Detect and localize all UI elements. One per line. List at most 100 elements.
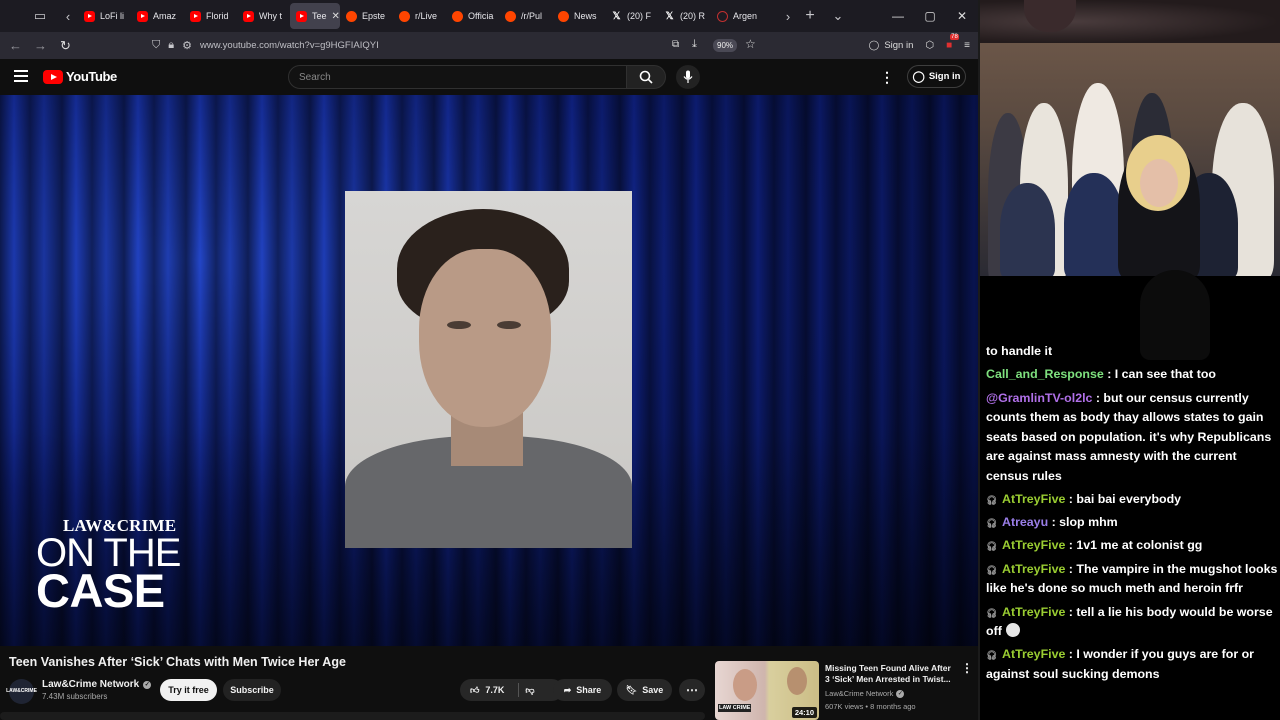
youtube-favicon-icon [243,10,254,22]
tabs-scroll-left-icon[interactable]: ‹ [58,2,78,30]
chat-message: 🎧︎ AtTreyFive : 1v1 me at colonist gg [986,536,1280,556]
recommended-thumbnail[interactable]: LAW CRIME 24:10 [715,661,819,720]
chat-username[interactable]: Atreayu [1002,515,1048,529]
extension-button[interactable]: ■ 78 [946,34,959,51]
extensions-icon[interactable]: ⬡ [925,40,934,51]
recommended-menu-icon[interactable]: ⋮ [961,661,973,675]
browser-tab[interactable]: Officia [446,3,499,29]
browser-tab[interactable]: Amaz [131,3,184,29]
new-tab-icon[interactable]: + [796,2,824,30]
browser-tab[interactable]: 𝕏 (20) F [605,3,658,29]
maximize-icon[interactable]: ▢ [914,9,946,23]
bookmark-star-icon[interactable]: ☆ [745,37,756,51]
search-button[interactable] [626,65,666,89]
browser-tab-bar: ▭ ‹ LoFi li Amaz Florid Why t Tee ✕ Epste r/Liv… [0,0,978,32]
reddit-favicon-icon [399,10,410,22]
argentina-favicon-icon [717,10,728,22]
chat-username[interactable]: AtTreyFive [1002,562,1065,576]
recommended-video[interactable]: LAW CRIME 24:10 Missing Teen Found Alive… [715,661,977,720]
minimize-icon[interactable]: — [882,9,914,23]
video-player[interactable]: LAW&CRIME ON THE CASE [0,95,978,646]
youtube-signin-button[interactable]: ◯ Sign in [907,65,966,88]
subscribe-button[interactable]: Subscribe [223,679,281,701]
channel-avatar[interactable]: LAW&CRIME [6,679,37,704]
verified-icon: ✓ [143,680,152,689]
like-button[interactable]: 👍︎ 7.7K 👎︎ [460,679,563,701]
youtube-favicon-icon [84,10,95,22]
reddit-favicon-icon [346,10,357,22]
share-button[interactable]: ➦ Share [553,679,612,701]
download-icon[interactable]: ⤓ [692,38,697,51]
tab-close-icon[interactable]: ✕ [332,11,340,22]
tab-label: Tee [312,11,327,21]
lock-icon[interactable]: 🔒︎ [168,39,174,52]
recommended-channel[interactable]: Law&Crime Network ✓ [825,689,905,698]
chat-username[interactable]: AtTreyFive [1002,492,1065,506]
voice-search-button[interactable] [676,65,700,89]
brand-case: CASE [36,564,165,617]
forward-icon[interactable]: → [28,38,53,53]
tab-label: Florid [206,11,229,21]
chat-message: 🎧︎ AtTreyFive : I wonder if you guys are … [986,645,1280,684]
chat-username[interactable]: AtTreyFive [1002,538,1065,552]
dislike-button[interactable]: 👎︎ [525,685,534,696]
tab-strip: LoFi li Amaz Florid Why t Tee ✕ Epste r/Live Off… [78,0,788,32]
recommended-channel-name: Law&Crime Network [825,689,894,698]
video-title: Teen Vanishes After ‘Sick’ Chats with Me… [9,655,346,669]
reddit-favicon-icon [452,10,463,22]
chat-username[interactable]: AtTreyFive [1002,605,1065,619]
chat-username[interactable]: AtTreyFive [1002,647,1065,661]
browser-tab[interactable]: Epste [340,3,393,29]
guide-menu-icon[interactable] [14,70,28,82]
navigation-bar: ← → ↻ ⛉ 🔒︎ ⚙︎ www.youtube.com/watch?v=g9… [0,32,978,59]
browser-tab[interactable]: 𝕏 (20) R [658,3,711,29]
save-button[interactable]: 🔖︎ Save [617,679,672,701]
try-it-free-button[interactable]: Try it free [160,679,217,701]
youtube-signin-label: Sign in [928,71,961,82]
channel-name-link[interactable]: Law&Crime Network ✓ [42,679,152,690]
browser-tab[interactable]: Argen [711,3,764,29]
close-window-icon[interactable]: ✕ [946,9,978,23]
browser-tab[interactable]: Florid [184,3,237,29]
back-icon[interactable]: ← [3,38,28,53]
account-signin-button[interactable]: ◯ Sign in [869,40,914,51]
menu-icon[interactable]: ≡ [964,40,970,51]
description-box-edge [0,712,705,720]
shield-icon[interactable]: ⛉ [152,39,160,52]
reload-icon[interactable]: ↻ [53,38,78,54]
tab-overview-icon[interactable]: ▭ [30,2,50,30]
browser-tab[interactable]: News [552,3,605,29]
save-label: Save [642,685,664,695]
browser-tab[interactable]: Why t [237,3,290,29]
zoom-level[interactable]: 90% [713,39,738,52]
search-input[interactable] [289,66,626,88]
browser-tab[interactable]: r/Live [393,3,446,29]
recommended-title[interactable]: Missing Teen Found Alive After 3 ‘Sick’ … [825,663,953,685]
url-text[interactable]: www.youtube.com/watch?v=g9HGFIAIQYI [200,40,379,51]
chat-username[interactable]: @GramlinTV-ol2lc [986,391,1092,405]
chat-messages: to handle it Call_and_Response : I can se… [986,342,1280,688]
chat-message: @GramlinTV-ol2lc : but our census curren… [986,389,1280,487]
headphones-badge-icon: 🎧︎ [986,650,998,661]
chat-message: 🎧︎ AtTreyFive : The vampire in the mugsho… [986,560,1280,599]
search-icon [639,70,653,84]
picture-in-picture-icon[interactable]: ⧉ [672,39,679,50]
chat-message: 🎧︎ AtTreyFive : tell a lie his body would… [986,603,1280,642]
like-count: 7.7K [485,685,505,695]
account-signin-label: Sign in [884,40,914,51]
more-actions-icon[interactable]: ⋯ [679,679,705,701]
chat-text: : I can see that too [1103,367,1216,382]
subscriber-count: 7.43M subscribers [42,692,108,701]
permissions-icon[interactable]: ⚙︎ [182,39,192,52]
user-circle-icon: ◯ [912,71,925,83]
youtube-logo[interactable]: YouTube [43,69,117,84]
window-controls: — ▢ ✕ [882,0,978,32]
extension-icon: ■ [946,40,953,51]
chat-username[interactable]: Call_and_Response [986,367,1104,381]
settings-kebab-icon[interactable]: ⋮ [880,69,894,86]
video-duration: 24:10 [791,707,817,718]
tab-list-chevron-icon[interactable]: ⌄ [824,2,852,30]
browser-tab[interactable]: /r/Pul [499,3,552,29]
browser-tab[interactable]: LoFi li [78,3,131,29]
browser-tab[interactable]: Tee ✕ [290,3,340,29]
